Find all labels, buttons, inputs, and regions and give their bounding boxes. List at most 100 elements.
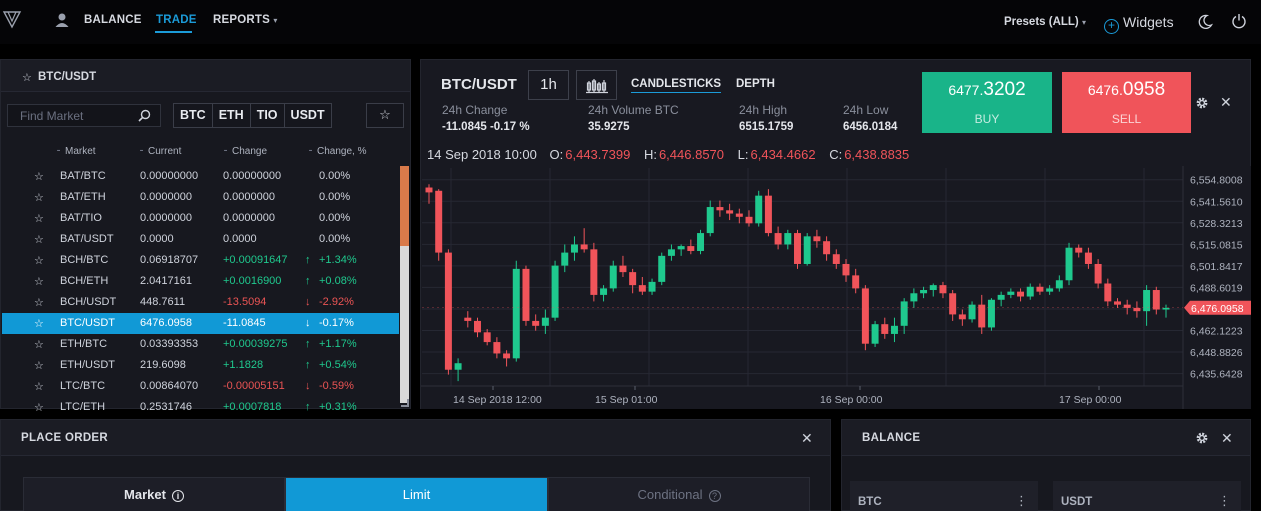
star-icon[interactable]: ☆ xyxy=(34,254,44,267)
scrollbar-thumb[interactable] xyxy=(400,166,409,246)
nav-balance-link[interactable]: BALANCE xyxy=(84,14,142,26)
quote-btc-button[interactable]: BTC xyxy=(174,104,213,127)
market-row[interactable]: ☆ BCH/ETH 2.0417161 +0.0016900 ↑ +0.08% xyxy=(2,271,399,292)
y-tick-label: 6,554.8008 xyxy=(1190,175,1243,187)
candle-body xyxy=(473,320,481,333)
star-icon[interactable]: ☆ xyxy=(34,296,44,309)
tab-conditional-order[interactable]: Conditional? xyxy=(548,477,810,511)
nav-reports-label: REPORTS xyxy=(213,14,270,26)
widgets-label: Widgets xyxy=(1123,14,1174,30)
gear-icon[interactable] xyxy=(1195,431,1209,445)
close-icon[interactable]: ✕ xyxy=(1220,94,1232,111)
tab-market-order[interactable]: Market i xyxy=(23,477,285,511)
info-icon[interactable]: i xyxy=(171,490,184,502)
market-row[interactable]: ☆ ETH/USDT 219.6098 +1.1828 ↑ +0.54% xyxy=(2,355,399,376)
candle-body xyxy=(1046,288,1054,292)
star-icon[interactable]: ☆ xyxy=(34,338,44,351)
gear-icon[interactable] xyxy=(1195,96,1209,110)
power-icon[interactable] xyxy=(1231,13,1247,29)
market-current: 0.00864070 xyxy=(140,380,199,392)
star-icon[interactable]: ☆ xyxy=(34,233,44,246)
active-tab-indicator xyxy=(155,31,192,33)
market-name: BAT/TIO xyxy=(60,212,102,224)
stat-24h-low-value: 6456.0184 xyxy=(843,121,898,133)
close-icon[interactable]: ✕ xyxy=(801,430,813,447)
more-vert-icon[interactable]: ⋮ xyxy=(1218,493,1231,509)
star-icon[interactable]: ☆ xyxy=(34,275,44,288)
tab-depth[interactable]: DEPTH xyxy=(736,78,775,90)
candle-body xyxy=(958,314,966,320)
candle-body xyxy=(726,210,734,214)
market-row[interactable]: ☆ BTC/USDT 6476.0958 -11.0845 ↓ -0.17% xyxy=(2,313,399,334)
star-icon[interactable]: ☆ xyxy=(34,212,44,225)
market-row[interactable]: ☆ BAT/ETH 0.0000000 0.0000000 0.00% xyxy=(2,187,399,208)
candle-body xyxy=(541,317,549,326)
star-icon[interactable]: ☆ xyxy=(34,170,44,183)
market-row[interactable]: ☆ LTC/ETH 0.2531746 +0.0007818 ↑ +0.31% xyxy=(2,397,399,418)
buy-price-int: 6477. xyxy=(948,82,984,98)
candle-body xyxy=(978,304,986,328)
market-name: BTC/USDT xyxy=(60,317,115,329)
candle-body xyxy=(716,207,724,211)
presets-dropdown[interactable]: Presets (ALL) ▾ xyxy=(1004,16,1086,28)
star-icon[interactable]: ☆ xyxy=(22,71,32,84)
sort-icon: ⁃ xyxy=(308,146,313,157)
market-row[interactable]: ☆ BAT/USDT 0.0000 0.0000 0.00% xyxy=(2,229,399,250)
quote-usdt-button[interactable]: USDT xyxy=(284,104,331,127)
resize-handle[interactable] xyxy=(401,399,409,407)
star-icon[interactable]: ☆ xyxy=(34,317,44,330)
market-row[interactable]: ☆ BAT/TIO 0.0000000 0.0000000 0.00% xyxy=(2,208,399,229)
help-icon[interactable]: ? xyxy=(708,490,721,502)
sell-button[interactable]: 6476.0958 SELL xyxy=(1062,72,1191,133)
market-row[interactable]: ☆ BAT/BTC 0.00000000 0.00000000 0.00% xyxy=(2,166,399,187)
ohlc-low: 6,434.4662 xyxy=(750,147,816,162)
tab-limit-order[interactable]: Limit xyxy=(285,477,548,511)
star-icon[interactable]: ☆ xyxy=(34,380,44,393)
quote-tio-button[interactable]: TIO xyxy=(250,104,285,127)
favorites-filter-button[interactable]: ☆ xyxy=(366,103,404,128)
candle-body xyxy=(832,254,840,264)
market-row[interactable]: ☆ BCH/BTC 0.06918707 +0.00091647 ↑ +1.34% xyxy=(2,250,399,271)
market-change-pct: 0.00% xyxy=(319,212,351,224)
column-header-current[interactable]: ⁃ Current xyxy=(139,146,181,157)
y-tick-label: 6,528.3213 xyxy=(1190,218,1243,230)
moon-icon[interactable] xyxy=(1197,14,1213,30)
star-icon[interactable]: ☆ xyxy=(34,191,44,204)
interval-select-button[interactable]: 1h xyxy=(528,70,569,100)
logo-icon[interactable] xyxy=(2,9,22,29)
chart-type-button[interactable] xyxy=(576,70,617,100)
nav-trade-link[interactable]: TRADE xyxy=(156,14,197,26)
y-tick-label: 6,448.8826 xyxy=(1190,347,1243,359)
close-icon[interactable]: ✕ xyxy=(1221,430,1233,447)
sell-price: 6476.0958 xyxy=(1062,79,1191,101)
quote-eth-button[interactable]: ETH xyxy=(212,104,251,127)
market-name: LTC/ETH xyxy=(60,401,106,413)
market-change-pct: -0.17% xyxy=(319,317,354,329)
user-icon[interactable] xyxy=(54,12,70,28)
candle-body xyxy=(784,233,792,245)
candle-body xyxy=(532,320,540,326)
market-row[interactable]: ☆ LTC/BTC 0.00864070 -0.00005151 ↓ -0.59% xyxy=(2,376,399,397)
candle-body xyxy=(861,288,869,344)
column-header-market[interactable]: ⁃ Market xyxy=(56,146,96,157)
candle-body xyxy=(900,301,908,326)
y-tick-label: 6,541.5610 xyxy=(1190,196,1243,208)
star-icon[interactable]: ☆ xyxy=(34,401,44,414)
column-header-change[interactable]: ⁃ Change xyxy=(223,146,267,157)
market-row[interactable]: ☆ ETH/BTC 0.03393353 +0.00039275 ↑ +1.17% xyxy=(2,334,399,355)
tab-candlesticks[interactable]: CANDLESTICKS xyxy=(631,78,722,93)
search-icon[interactable] xyxy=(138,109,151,122)
widgets-button[interactable]: + Widgets xyxy=(1104,14,1174,34)
candlestick-chart-icon xyxy=(586,79,608,94)
candle-body xyxy=(823,241,831,255)
candle-body xyxy=(687,246,695,251)
column-header-change-pct[interactable]: ⁃ Change, % xyxy=(308,146,366,157)
buy-button[interactable]: 6477.3202 BUY xyxy=(922,72,1052,133)
market-change-pct: +1.17% xyxy=(319,338,357,350)
candle-body xyxy=(1065,247,1073,281)
nav-reports-link[interactable]: REPORTS ▾ xyxy=(213,14,278,26)
more-vert-icon[interactable]: ⋮ xyxy=(1015,493,1028,509)
star-icon[interactable]: ☆ xyxy=(34,359,44,372)
candlestick-chart[interactable]: 6,554.8008 6,541.5610 6,528.3213 6,515.0815… xyxy=(421,166,1251,409)
market-row[interactable]: ☆ BCH/USDT 448.7611 -13.5094 ↓ -2.92% xyxy=(2,292,399,313)
